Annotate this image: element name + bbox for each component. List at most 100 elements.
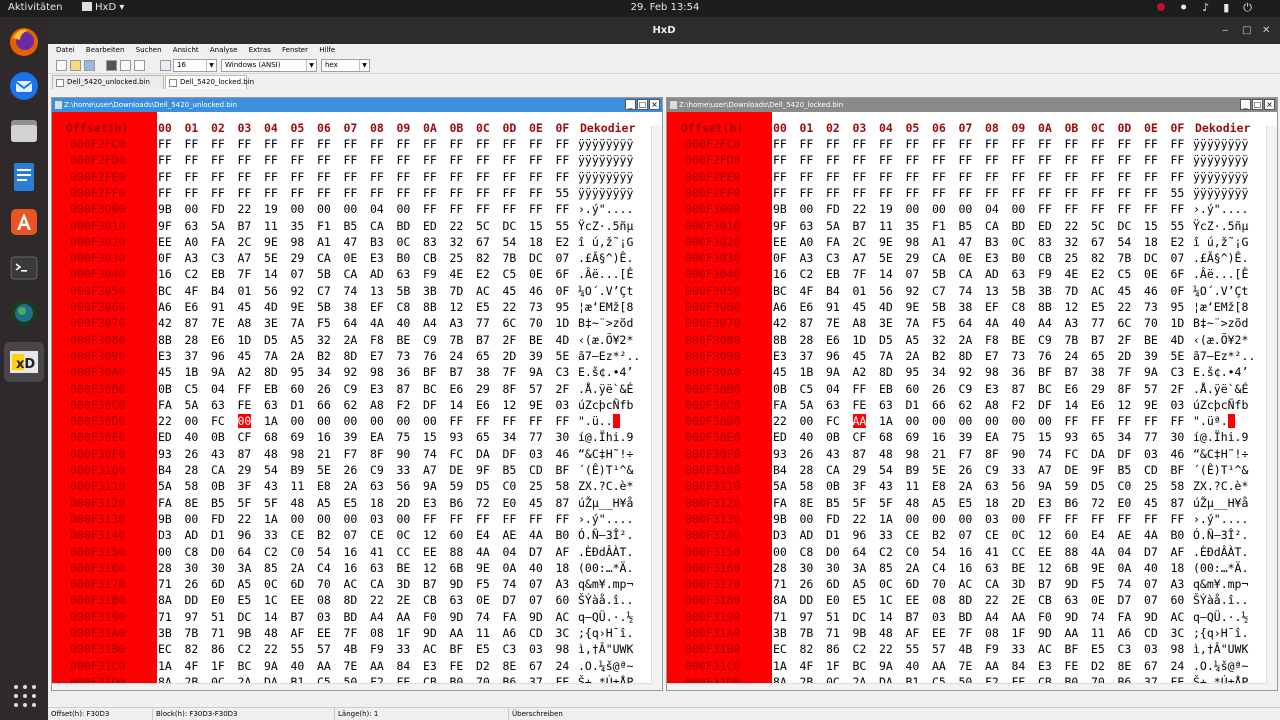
hex-byte[interactable]: FF [853,137,867,151]
hex-byte[interactable]: 46 [529,284,543,298]
hex-byte[interactable]: 96 [826,349,840,363]
columns-select[interactable]: 16 ▼ [173,59,217,72]
hex-byte[interactable]: E6 [185,300,199,314]
hex-byte[interactable]: 9D [1038,626,1052,640]
hex-byte[interactable]: 00 [423,414,437,428]
decoded-text[interactable]: .O.¼š@ª~ [578,659,633,673]
hex-byte[interactable]: FF [1118,202,1132,216]
hex-byte[interactable]: 54 [503,235,517,249]
hex-byte[interactable]: AE [503,528,517,542]
hex-byte[interactable]: 63 [985,561,999,575]
hex-byte[interactable]: 15 [1144,219,1158,233]
hex-byte[interactable]: F2 [397,398,411,412]
hex-byte[interactable]: 08 [932,593,946,607]
hex-byte[interactable]: D2 [1091,659,1105,673]
hex-byte[interactable]: 22 [503,300,517,314]
hex-byte[interactable]: FF [1171,170,1185,184]
hex-byte[interactable]: 11 [879,219,893,233]
hex-byte[interactable]: AA [397,610,411,624]
firefox-icon[interactable] [8,26,40,58]
menu-analyse[interactable]: Analyse [210,46,238,54]
hex-byte[interactable]: 93 [158,447,172,461]
hex-byte[interactable]: B9 [906,463,920,477]
hex-byte[interactable]: 2A [959,479,973,493]
hex-byte[interactable]: F0 [1038,610,1052,624]
hex-byte[interactable]: D3 [773,528,787,542]
hex-byte[interactable]: 00 [397,414,411,428]
hex-byte[interactable]: 45 [158,365,172,379]
hex-byte[interactable]: 00 [800,202,814,216]
hex-byte[interactable]: 74 [959,284,973,298]
hex-byte[interactable]: 12 [1118,398,1132,412]
hex-byte[interactable]: 00 [370,414,384,428]
decoded-text[interactable]: .Âë...[Ê [578,267,633,281]
hex-byte[interactable]: FF [1144,170,1158,184]
hex-byte[interactable]: 1A [879,414,893,428]
hex-byte[interactable]: 2A [291,561,305,575]
hex-byte[interactable]: 9B [853,626,867,640]
minimize-icon[interactable]: _ [625,99,636,110]
hex-byte[interactable]: 1D [556,316,570,330]
hex-byte[interactable]: 2A [291,349,305,363]
hex-byte[interactable]: E3 [423,659,437,673]
hex-byte[interactable]: F8 [985,333,999,347]
hex-byte[interactable]: 87 [1012,382,1026,396]
hex-byte[interactable]: BF [1065,642,1079,656]
hex-byte[interactable]: FF [423,170,437,184]
hex-byte[interactable]: 25 [1065,251,1079,265]
hex-byte[interactable]: FF [959,153,973,167]
hex-byte[interactable]: 18 [985,496,999,510]
hex-byte[interactable]: EB [264,382,278,396]
hex-byte[interactable]: FF [211,137,225,151]
hex-byte[interactable]: 87 [238,447,252,461]
hex-byte[interactable]: 33 [1012,463,1026,477]
hex-byte[interactable]: FA [773,496,787,510]
hex-byte[interactable]: E3 [370,382,384,396]
hex-byte[interactable]: 32 [450,235,464,249]
hex-byte[interactable]: CA [317,251,331,265]
hex-byte[interactable]: 63 [370,561,384,575]
hex-byte[interactable]: E3 [1038,659,1052,673]
hex-byte[interactable]: 83 [423,235,437,249]
hex-byte[interactable]: 7B [1065,333,1079,347]
hex-byte[interactable]: 63 [211,398,225,412]
hex-byte[interactable]: D0 [826,545,840,559]
hex-byte[interactable]: D7 [1144,545,1158,559]
hex-byte[interactable]: 07 [906,267,920,281]
hex-byte[interactable]: 29 [906,251,920,265]
decoded-text[interactable]: úŽµ__H¥å [1193,496,1248,510]
hex-byte[interactable]: FF [556,414,570,428]
hex-byte[interactable]: 76 [423,349,437,363]
hex-byte[interactable]: CA [985,577,999,591]
hex-byte[interactable]: 9E [529,398,543,412]
hex-byte[interactable]: FD [211,202,225,216]
hex-byte[interactable]: 9B [158,512,172,526]
hex-byte[interactable]: 5E [317,463,331,477]
hex-byte[interactable]: 33 [1012,642,1026,656]
hex-byte[interactable]: 07 [1171,251,1185,265]
hex-byte[interactable]: 19 [879,202,893,216]
hex-byte[interactable]: 08 [317,593,331,607]
hex-byte[interactable]: 45 [503,284,517,298]
hex-byte[interactable]: 76 [1038,349,1052,363]
hex-byte[interactable]: 63 [985,479,999,493]
hex-byte[interactable]: BC [423,382,437,396]
hex-byte[interactable]: 07 [529,577,543,591]
hex-byte[interactable]: 40 [529,561,543,575]
hex-byte[interactable]: FF [503,414,517,428]
hex-byte[interactable]: 48 [879,626,893,640]
hex-byte[interactable]: 43 [879,479,893,493]
hex-byte[interactable]: FF [476,170,490,184]
hex-byte[interactable]: 73 [397,349,411,363]
hex-byte[interactable]: 71 [773,577,787,591]
hex-byte[interactable]: BC [853,659,867,673]
hex-byte[interactable]: 2A [906,561,920,575]
hex-byte[interactable]: 22 [879,642,893,656]
hex-byte[interactable]: A1 [317,235,331,249]
show-apps-icon[interactable] [14,685,36,707]
hex-byte[interactable]: 30 [800,561,814,575]
decoded-text[interactable]: ¦æ‘EMž[8 [578,300,633,314]
hex-byte[interactable]: 37 [800,349,814,363]
hex-byte[interactable]: 16 [158,267,172,281]
hex-byte[interactable]: 9B [158,202,172,216]
